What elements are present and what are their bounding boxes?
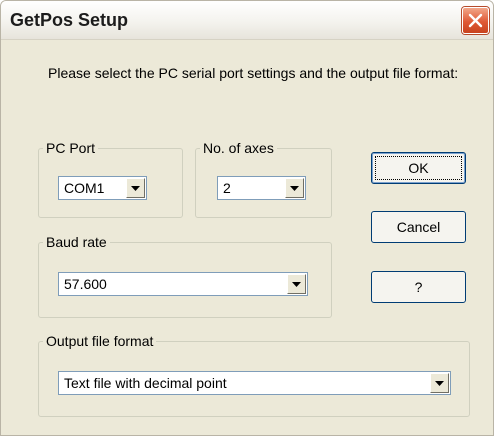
pc-port-select[interactable]: COM1 <box>58 176 147 200</box>
title-bar[interactable]: GetPos Setup <box>1 1 493 40</box>
baud-rate-value: 57.600 <box>64 276 107 292</box>
pc-port-value: COM1 <box>64 180 105 196</box>
window-title: GetPos Setup <box>10 10 129 30</box>
focus-rectangle <box>375 156 462 180</box>
cancel-button-label: Cancel <box>396 219 441 235</box>
baud-rate-label: Baud rate <box>46 234 107 250</box>
help-button-label: ? <box>414 279 423 295</box>
instruction-text: Please select the PC serial port setting… <box>48 65 459 81</box>
pc-port-label: PC Port <box>46 140 96 156</box>
help-button[interactable]: ? <box>371 271 466 303</box>
pc-port-dropdown-button[interactable] <box>126 178 145 198</box>
output-format-value: Text file with decimal point <box>64 375 227 391</box>
baud-rate-select[interactable]: 57.600 <box>58 272 308 296</box>
output-format-select[interactable]: Text file with decimal point <box>58 371 451 395</box>
output-format-dropdown-button[interactable] <box>430 373 449 393</box>
chevron-down-icon <box>131 186 140 191</box>
chevron-down-icon <box>435 381 444 386</box>
cancel-button[interactable]: Cancel <box>371 211 466 243</box>
axes-value: 2 <box>223 180 231 196</box>
axes-label: No. of axes <box>203 140 274 156</box>
dialog-window: GetPos Setup Please select the PC serial… <box>0 0 494 436</box>
axes-select[interactable]: 2 <box>217 176 306 200</box>
close-button[interactable] <box>462 7 489 34</box>
output-format-label: Output file format <box>46 333 154 349</box>
axes-dropdown-button[interactable] <box>285 178 304 198</box>
baud-rate-dropdown-button[interactable] <box>287 274 306 294</box>
chevron-down-icon <box>290 186 299 191</box>
close-icon <box>468 13 483 28</box>
chevron-down-icon <box>292 282 301 287</box>
ok-button[interactable]: OK <box>371 152 466 184</box>
